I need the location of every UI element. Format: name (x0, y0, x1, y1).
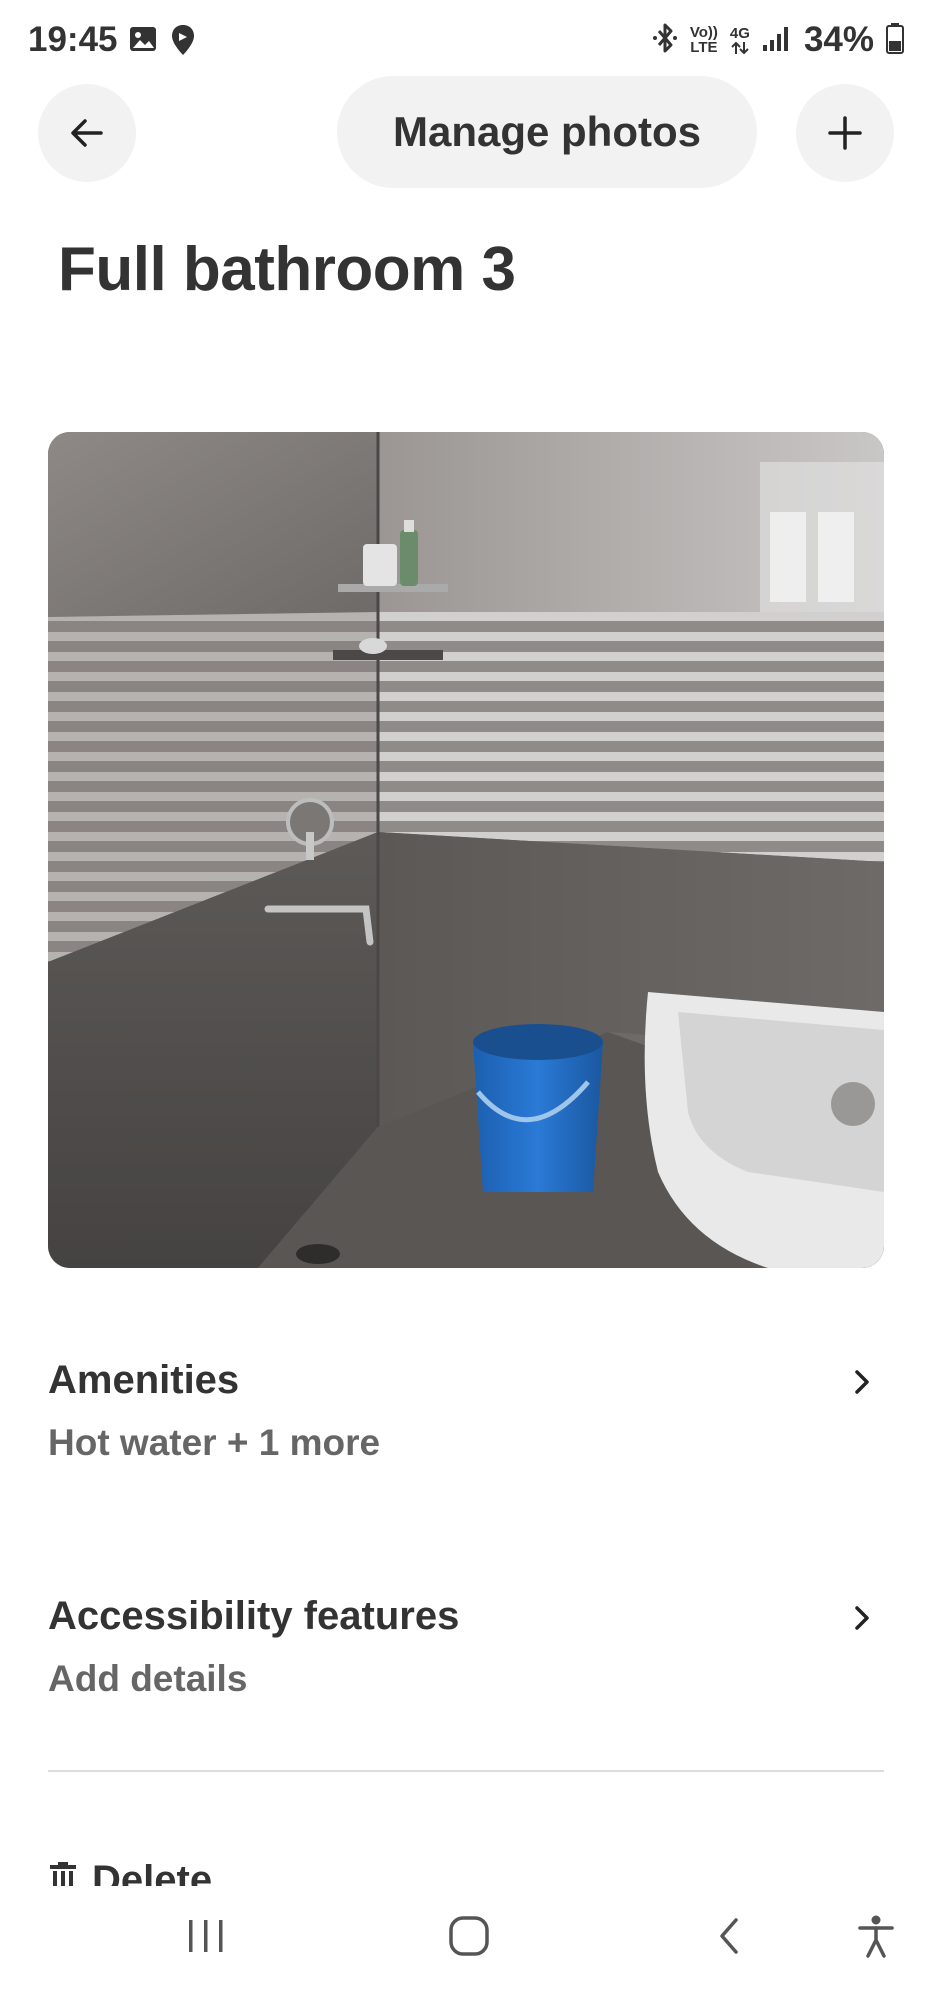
arrow-left-icon (71, 119, 103, 147)
battery-percent: 34% (803, 20, 874, 59)
back-button[interactable] (38, 84, 136, 182)
amenities-subtitle: Hot water + 1 more (48, 1422, 381, 1463)
amenities-title: Amenities (48, 1358, 240, 1402)
gallery-icon (128, 24, 158, 59)
data-arrows-icon (731, 41, 749, 54)
accessibility-title: Accessibility features (48, 1594, 460, 1638)
recent-apps-button[interactable] (186, 1914, 226, 1963)
status-right: Vo)) LTE 4G 34% (652, 20, 904, 60)
divider (48, 1770, 884, 1772)
back-nav-button[interactable] (712, 1914, 748, 1963)
location-icon (170, 24, 196, 61)
network-4g-indicator: 4G (730, 26, 750, 55)
chevron-right-icon (848, 1602, 876, 1639)
chevron-right-icon (848, 1366, 876, 1403)
room-photo[interactable] (48, 432, 884, 1268)
accessibility-icon[interactable] (856, 1914, 896, 1963)
volte-indicator: Vo)) LTE (689, 24, 718, 56)
delete-label: Delete (92, 1858, 213, 1890)
plus-icon (828, 116, 862, 150)
page-title: Full bathroom 3 (58, 235, 516, 304)
accessibility-features-row[interactable]: Accessibility features Add details (48, 1594, 884, 1734)
bathroom-photo-illustration (48, 432, 884, 1268)
add-photo-button[interactable] (796, 84, 894, 182)
home-button[interactable] (447, 1914, 491, 1963)
delete-button[interactable]: Delete (48, 1852, 348, 1890)
manage-photos-button[interactable]: Manage photos (337, 76, 757, 188)
system-nav-bar (0, 1886, 932, 2000)
screen: 19:45 Vo)) LTE 4G 34% Manage photos Full… (0, 0, 932, 2000)
amenities-row[interactable]: Amenities Hot water + 1 more (48, 1358, 884, 1498)
bluetooth-icon (652, 23, 678, 58)
battery-icon (886, 22, 904, 59)
status-time: 19:45 (28, 20, 118, 59)
status-bar: 19:45 Vo)) LTE 4G 34% (0, 0, 932, 84)
signal-icon (762, 23, 792, 58)
accessibility-subtitle: Add details (48, 1658, 248, 1699)
